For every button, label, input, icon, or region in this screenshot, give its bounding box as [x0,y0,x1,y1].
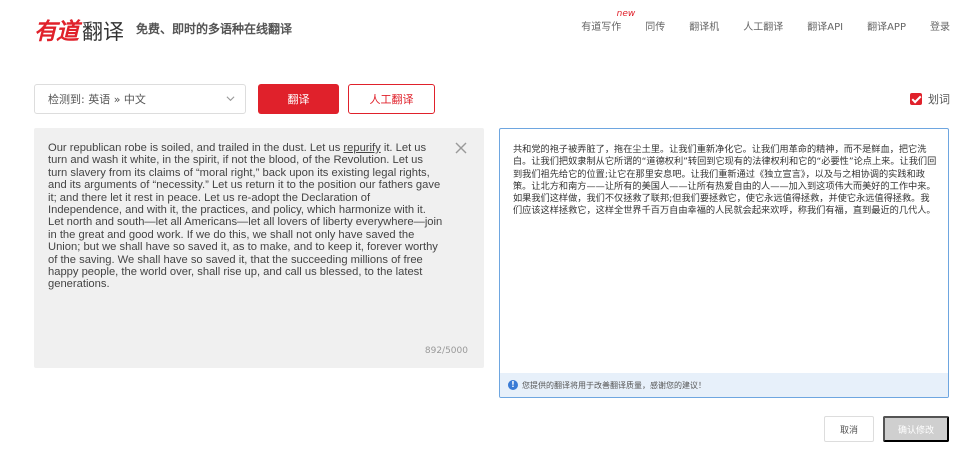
slogan: 免费、即时的多语种在线翻译 [136,22,293,36]
nav-translate-app[interactable]: 翻译APP [867,18,906,33]
chevron-down-icon [226,96,235,102]
confirm-edit-button[interactable]: 确认修改 [883,416,949,442]
notice-bar: ! 您提供的翻译将用于改善翻译质量，感谢您的建议！ [500,373,948,397]
source-panel[interactable]: Our republican robe is soiled, and trail… [34,128,484,368]
top-nav: 有道写作 new 同传 翻译机 人工翻译 翻译API 翻译APP 登录 [557,9,950,33]
translation-output[interactable]: 共和党的袍子被弄脏了，拖在尘土里。让我们重新净化它。让我们用革命的精神，而不是鲜… [513,144,938,218]
huaci-toggle[interactable]: 划词 [910,91,950,107]
nav-human-translation[interactable]: 人工翻译 [743,18,783,33]
nav-login[interactable]: 登录 [930,18,950,33]
source-text-input[interactable]: Our republican robe is soiled, and trail… [48,142,444,291]
nav-translator-device[interactable]: 翻译机 [689,18,719,33]
clear-icon[interactable] [454,141,468,155]
nav-youdao-writing-label: 有道写作 [581,22,622,33]
char-count: 892/5000 [424,346,468,356]
nav-simultaneous[interactable]: 同传 [645,18,665,33]
translate-button[interactable]: 翻译 [258,84,339,114]
human-translate-button[interactable]: 人工翻译 [348,84,435,114]
nav-youdao-writing[interactable]: 有道写作 new [581,9,635,33]
huaci-checkbox[interactable] [910,93,922,105]
nav-translate-api[interactable]: 翻译API [807,18,843,33]
language-select[interactable]: 检测到: 英语 » 中文 [34,84,246,114]
notice-text: 您提供的翻译将用于改善翻译质量，感谢您的建议！ [522,380,706,390]
header: 有道 翻译 免费、即时的多语种在线翻译 有道写作 new 同传 翻译机 人工翻译… [0,0,962,56]
language-select-value: 检测到: 英语 » 中文 [48,93,146,106]
logo-fanyi-text: 翻译 [82,20,124,44]
source-text-part: Our republican robe is soiled, and trail… [48,142,344,154]
target-panel[interactable]: 共和党的袍子被弄脏了，拖在尘土里。让我们重新净化它。让我们用革命的精神，而不是鲜… [499,128,949,398]
new-badge: new [616,9,636,19]
info-icon: ! [508,380,518,390]
spell-flag-word[interactable]: repurify [343,142,380,154]
cancel-button[interactable]: 取消 [824,416,874,442]
logo-youdao-text: 有道 [34,18,79,45]
youdao-logo[interactable]: 有道 翻译 [34,12,124,45]
huaci-label: 划词 [928,93,950,106]
source-text-part: it. Let us turn and wash it white, in th… [48,142,443,291]
